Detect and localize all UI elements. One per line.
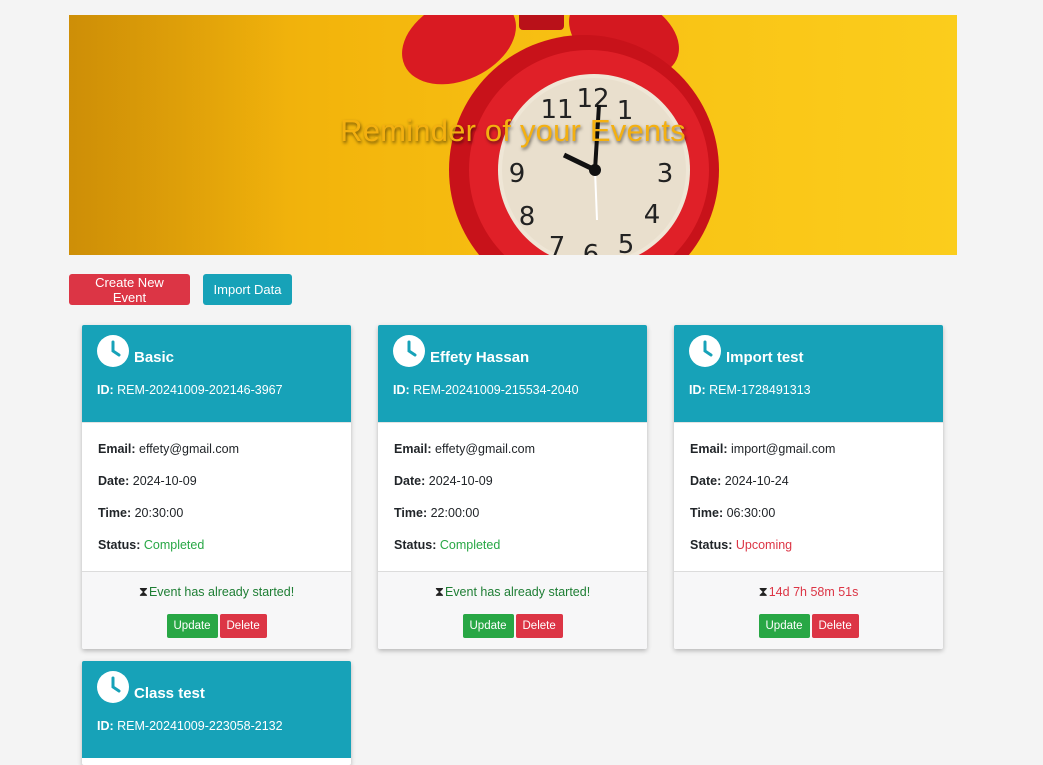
banner-title: Reminder of your Events [340, 113, 686, 148]
status-row: Status: Completed [98, 538, 205, 552]
card-header: Effety Hassan ID: REM-20241009-215534-20… [378, 325, 647, 422]
event-title: Effety Hassan [430, 349, 530, 366]
create-new-event-button[interactable]: Create New Event [69, 274, 190, 305]
countdown: ⧗Event has already started! [434, 584, 591, 599]
status-badge: Completed [439, 538, 501, 552]
hourglass-icon: ⧗ [758, 584, 768, 599]
time-row: Time: 20:30:00 [98, 506, 184, 520]
email-row: Email: import@gmail.com [690, 442, 836, 456]
card-footer: ⧗Event has already started! Update Delete [378, 571, 647, 649]
date-row: Date: 2024-10-09 [394, 474, 493, 488]
import-data-button[interactable]: Import Data [203, 274, 292, 305]
event-card: Basic ID: REM-20241009-202146-3967 Email… [82, 325, 351, 649]
card-header: Basic ID: REM-20241009-202146-3967 [82, 325, 351, 422]
status-row: Status: Upcoming [690, 538, 793, 552]
clock-icon [97, 671, 129, 703]
card-header: Class test ID: REM-20241009-223058-2132 [82, 661, 351, 758]
svg-text:4: 4 [644, 200, 661, 230]
status-row: Status: Completed [394, 538, 501, 552]
time-row: Time: 22:00:00 [394, 506, 480, 520]
card-header: Import test ID: REM-1728491313 [674, 325, 943, 422]
time-row: Time: 06:30:00 [690, 506, 776, 520]
clock-icon [689, 335, 721, 367]
hourglass-icon: ⧗ [434, 584, 444, 599]
card-footer: ⧗14d 7h 58m 51s Update Delete [674, 571, 943, 649]
date-row: Date: 2024-10-09 [98, 474, 197, 488]
card-body: Email: import@gmail.com Date: 2024-10-24… [674, 422, 943, 571]
svg-text:7: 7 [549, 232, 566, 255]
date-row: Date: 2024-10-24 [690, 474, 789, 488]
svg-text:8: 8 [519, 202, 536, 232]
event-id: ID: REM-20241009-223058-2132 [97, 719, 283, 733]
update-button[interactable]: Update [166, 614, 218, 638]
event-card: Effety Hassan ID: REM-20241009-215534-20… [378, 325, 647, 649]
svg-text:5: 5 [618, 230, 635, 255]
status-badge: Completed [143, 538, 205, 552]
delete-button[interactable]: Delete [515, 614, 563, 638]
hourglass-icon: ⧗ [138, 584, 148, 599]
event-id: ID: REM-20241009-202146-3967 [97, 383, 283, 397]
countdown: ⧗14d 7h 58m 51s [758, 584, 859, 599]
email-row: Email: effety@gmail.com [98, 442, 239, 456]
card-body: Email: effety@gmail.com Date: 2024-10-09… [82, 422, 351, 571]
clock-icon [393, 335, 425, 367]
event-title: Basic [134, 349, 175, 366]
svg-text:9: 9 [509, 159, 526, 189]
svg-text:3: 3 [657, 159, 674, 189]
clock-icon [97, 335, 129, 367]
event-title: Class test [134, 685, 205, 702]
update-button[interactable]: Update [462, 614, 514, 638]
status-badge: Upcoming [735, 538, 793, 552]
event-card: Import test ID: REM-1728491313 Email: im… [674, 325, 943, 649]
delete-button[interactable]: Delete [219, 614, 267, 638]
event-id: ID: REM-1728491313 [689, 383, 811, 397]
card-footer: ⧗Event has already started! Update Delete [82, 571, 351, 649]
svg-text:6: 6 [583, 240, 600, 255]
hero-banner: 11 12 1 9 3 8 4 7 6 5 Reminder of your E… [69, 15, 957, 255]
card-body: Email: effety@gmail.com Date: 2024-10-09… [378, 422, 647, 571]
event-title: Import test [726, 349, 804, 366]
event-id: ID: REM-20241009-215534-2040 [393, 383, 579, 397]
delete-button[interactable]: Delete [811, 614, 859, 638]
update-button[interactable]: Update [758, 614, 810, 638]
event-card: Class test ID: REM-20241009-223058-2132 [82, 661, 351, 765]
svg-text:12: 12 [576, 84, 609, 114]
countdown: ⧗Event has already started! [138, 584, 295, 599]
email-row: Email: effety@gmail.com [394, 442, 535, 456]
